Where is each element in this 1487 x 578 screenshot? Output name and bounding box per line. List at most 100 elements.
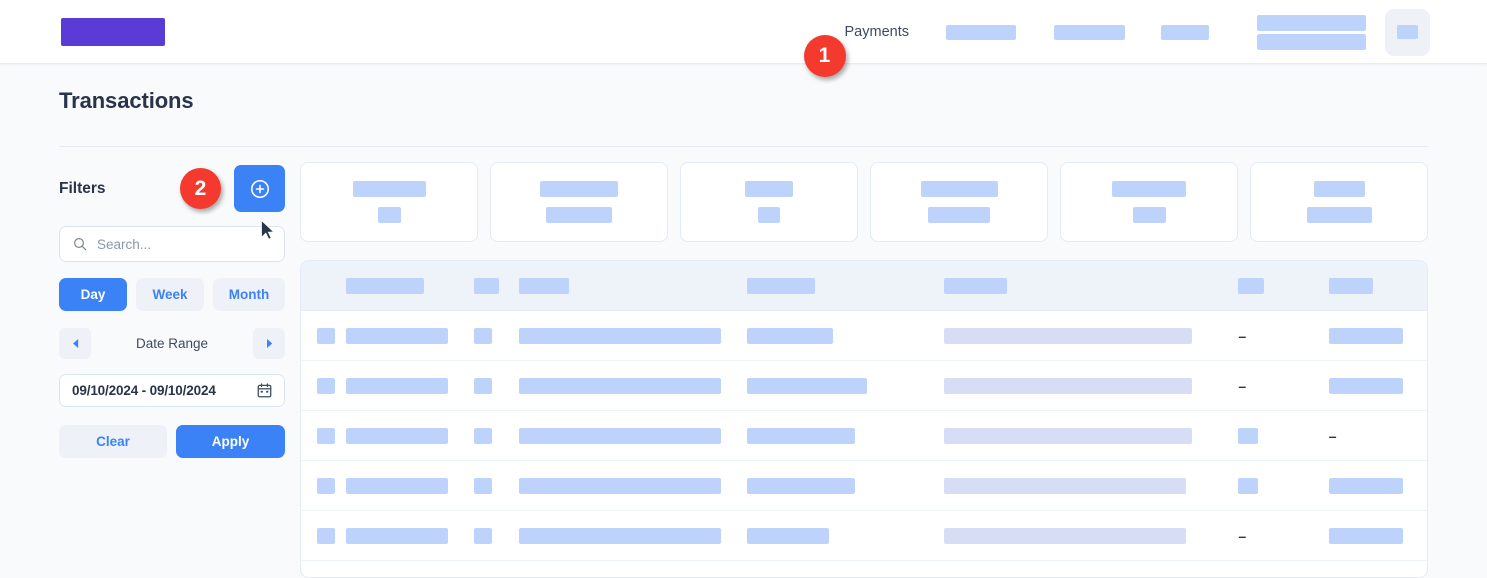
row-cell-2	[346, 527, 474, 544]
stat-skeleton-line-2	[1132, 207, 1166, 223]
stat-skeleton-line-1	[745, 181, 793, 197]
cell-skeleton	[747, 377, 868, 394]
cell-skeleton	[519, 377, 722, 394]
row-cell-1	[301, 527, 346, 544]
cell-skeleton	[943, 277, 1007, 294]
row-cell-1	[301, 327, 346, 344]
brand-logo[interactable]	[61, 18, 165, 46]
date-range-label: Date Range	[135, 336, 209, 351]
table-row[interactable]	[301, 461, 1427, 511]
row-cell-3	[474, 327, 519, 344]
filters-panel: Filters 2 Search... Day Week Month Date …	[59, 165, 285, 458]
cell-skeleton	[346, 327, 449, 344]
filter-actions: Clear Apply	[59, 425, 285, 458]
cell-skeleton	[747, 327, 834, 344]
cell-skeleton	[1328, 377, 1403, 394]
cell-skeleton	[519, 527, 722, 544]
header-cell-8	[1328, 277, 1427, 294]
header-cell-4	[519, 277, 747, 294]
row-cell-5	[747, 527, 943, 544]
row-cell-4	[519, 527, 747, 544]
cell-skeleton	[519, 277, 570, 294]
cell-skeleton	[317, 527, 335, 544]
row-cell-6	[943, 327, 1239, 344]
clear-button[interactable]: Clear	[59, 425, 167, 458]
nav-skeleton-stack[interactable]	[1257, 14, 1366, 50]
stat-card-1[interactable]	[300, 162, 478, 242]
cell-dash: –	[1328, 427, 1337, 444]
cell-skeleton	[943, 477, 1186, 494]
row-cell-7: –	[1238, 329, 1328, 343]
segment-day[interactable]: Day	[59, 278, 128, 311]
header-cell-6	[943, 277, 1239, 294]
stat-card-2[interactable]	[490, 162, 668, 242]
stat-card-6[interactable]	[1250, 162, 1428, 242]
row-cell-5	[747, 327, 943, 344]
cell-skeleton	[346, 427, 449, 444]
cell-skeleton	[747, 477, 856, 494]
filters-header: Filters 2	[59, 165, 285, 213]
row-cell-8	[1328, 477, 1427, 494]
cell-skeleton	[943, 527, 1186, 544]
date-range-input[interactable]: 09/10/2024 - 09/10/2024	[59, 374, 285, 407]
nav-item-payments[interactable]: Payments	[845, 24, 909, 40]
search-input[interactable]: Search...	[59, 226, 285, 262]
cell-skeleton	[346, 527, 449, 544]
table-row[interactable]: –	[301, 311, 1427, 361]
stat-skeleton-line-1	[352, 181, 426, 197]
stat-card-5[interactable]	[1060, 162, 1238, 242]
menu-skeleton-button[interactable]	[1385, 8, 1430, 56]
row-cell-7	[1238, 427, 1328, 444]
cell-skeleton	[474, 527, 493, 544]
stat-card-3[interactable]	[680, 162, 858, 242]
nav-skeleton-3[interactable]	[1161, 24, 1209, 40]
cell-skeleton	[1238, 477, 1259, 494]
row-cell-8	[1328, 377, 1427, 394]
table-body: – – – –	[301, 311, 1427, 561]
row-cell-2	[346, 427, 474, 444]
calendar-icon[interactable]	[256, 382, 273, 399]
filters-label: Filters	[59, 180, 106, 197]
header-nav: 1 Payments	[803, 0, 1430, 77]
transactions-table: – – – –	[300, 260, 1428, 578]
table-row[interactable]: –	[301, 361, 1427, 411]
row-cell-4	[519, 477, 747, 494]
date-range-prev-button[interactable]	[59, 328, 91, 359]
row-cell-7	[1238, 477, 1328, 494]
stat-card-4[interactable]	[870, 162, 1048, 242]
cell-skeleton	[474, 427, 493, 444]
table-row[interactable]: –	[301, 411, 1427, 461]
cell-skeleton	[474, 277, 500, 294]
date-range-value: 09/10/2024 - 09/10/2024	[72, 383, 216, 398]
segment-month[interactable]: Month	[213, 278, 285, 311]
stat-cards-row	[300, 162, 1428, 242]
cell-skeleton	[474, 377, 493, 394]
cell-dash: –	[1238, 377, 1247, 394]
cell-skeleton	[474, 327, 493, 344]
cell-skeleton	[346, 377, 449, 394]
row-cell-1	[301, 477, 346, 494]
date-range-next-button[interactable]	[253, 328, 285, 359]
page-title: Transactions	[59, 88, 194, 113]
segment-week[interactable]: Week	[136, 278, 205, 311]
add-filter-button[interactable]	[234, 165, 285, 212]
plus-circle-icon	[250, 179, 269, 198]
row-cell-3	[474, 527, 519, 544]
nav-skeleton-2[interactable]	[1054, 24, 1125, 40]
stat-skeleton-line-1	[540, 181, 618, 197]
apply-button[interactable]: Apply	[176, 425, 285, 458]
stat-skeleton-line-2	[1306, 207, 1372, 223]
header-cell-3	[474, 277, 519, 294]
date-range-nav: Date Range	[59, 328, 285, 359]
stat-skeleton-line-2	[758, 207, 780, 223]
table-row[interactable]: –	[301, 511, 1427, 561]
step-badge-1: 1	[803, 35, 846, 77]
cell-skeleton	[943, 427, 1192, 444]
stat-skeleton-line-2	[546, 207, 612, 223]
row-cell-4	[519, 377, 747, 394]
cell-skeleton	[317, 377, 335, 394]
row-cell-1	[301, 427, 346, 444]
nav-skeleton-1[interactable]	[946, 24, 1016, 40]
row-cell-6	[943, 377, 1239, 394]
row-cell-2	[346, 377, 474, 394]
